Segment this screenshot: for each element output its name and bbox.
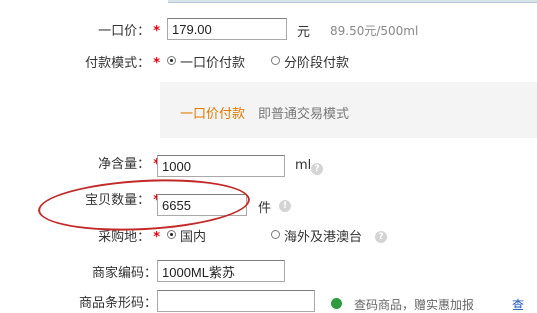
net-content-unit: ml — [295, 158, 312, 173]
purchase-place-domestic-label[interactable]: 国内 — [180, 226, 206, 245]
annotation-ellipse — [36, 174, 252, 236]
purchase-place-label: 采购地： — [98, 230, 151, 245]
price-unit: 元 — [297, 25, 311, 40]
payment-mode-label-row: 付款模式： * — [30, 52, 160, 71]
help-icon[interactable]: ? — [311, 163, 323, 175]
barcode-link[interactable]: 查 — [512, 296, 524, 313]
purchase-place-overseas-radio[interactable] — [271, 230, 280, 239]
quantity-unit: 件 — [258, 201, 272, 216]
merchant-code-label: 商家编码： — [91, 266, 157, 281]
merchant-code-input[interactable] — [157, 260, 285, 282]
status-ok-icon — [331, 298, 342, 309]
price-label-row: 一口价： * — [40, 20, 160, 39]
help-icon[interactable]: ? — [375, 231, 387, 243]
payment-mode-fixed-radio[interactable] — [167, 56, 176, 65]
required-star: * — [153, 56, 160, 71]
payment-mode-hint-title: 一口价付款 — [180, 107, 246, 122]
price-input[interactable] — [167, 18, 287, 40]
net-content-label-row: 净含量：* — [40, 153, 160, 172]
purchase-place-overseas-label[interactable]: 海外及港澳台 — [284, 226, 362, 245]
net-content-label: 净含量： — [98, 157, 151, 172]
barcode-input[interactable] — [157, 290, 315, 312]
info-icon[interactable]: ! — [279, 200, 291, 212]
payment-mode-staged-label[interactable]: 分阶段付款 — [284, 52, 349, 71]
payment-mode-label: 付款模式： — [85, 56, 151, 71]
payment-mode-hint-text: 即普通交易模式 — [258, 107, 350, 122]
payment-mode-fixed-label[interactable]: 一口价付款 — [180, 52, 245, 71]
payment-mode-staged-radio[interactable] — [271, 56, 280, 65]
required-star: * — [153, 230, 160, 245]
per-unit-price: 89.50元/500ml — [330, 24, 419, 38]
top-panel-edge — [168, 0, 537, 3]
price-label: 一口价： — [98, 24, 151, 39]
barcode-label: 商品条形码： — [78, 296, 157, 311]
net-content-input[interactable] — [157, 155, 285, 177]
required-star: * — [153, 24, 160, 39]
barcode-note: 查码商品，赠实惠加报 — [354, 298, 475, 312]
purchase-place-domestic-radio[interactable] — [167, 230, 176, 239]
